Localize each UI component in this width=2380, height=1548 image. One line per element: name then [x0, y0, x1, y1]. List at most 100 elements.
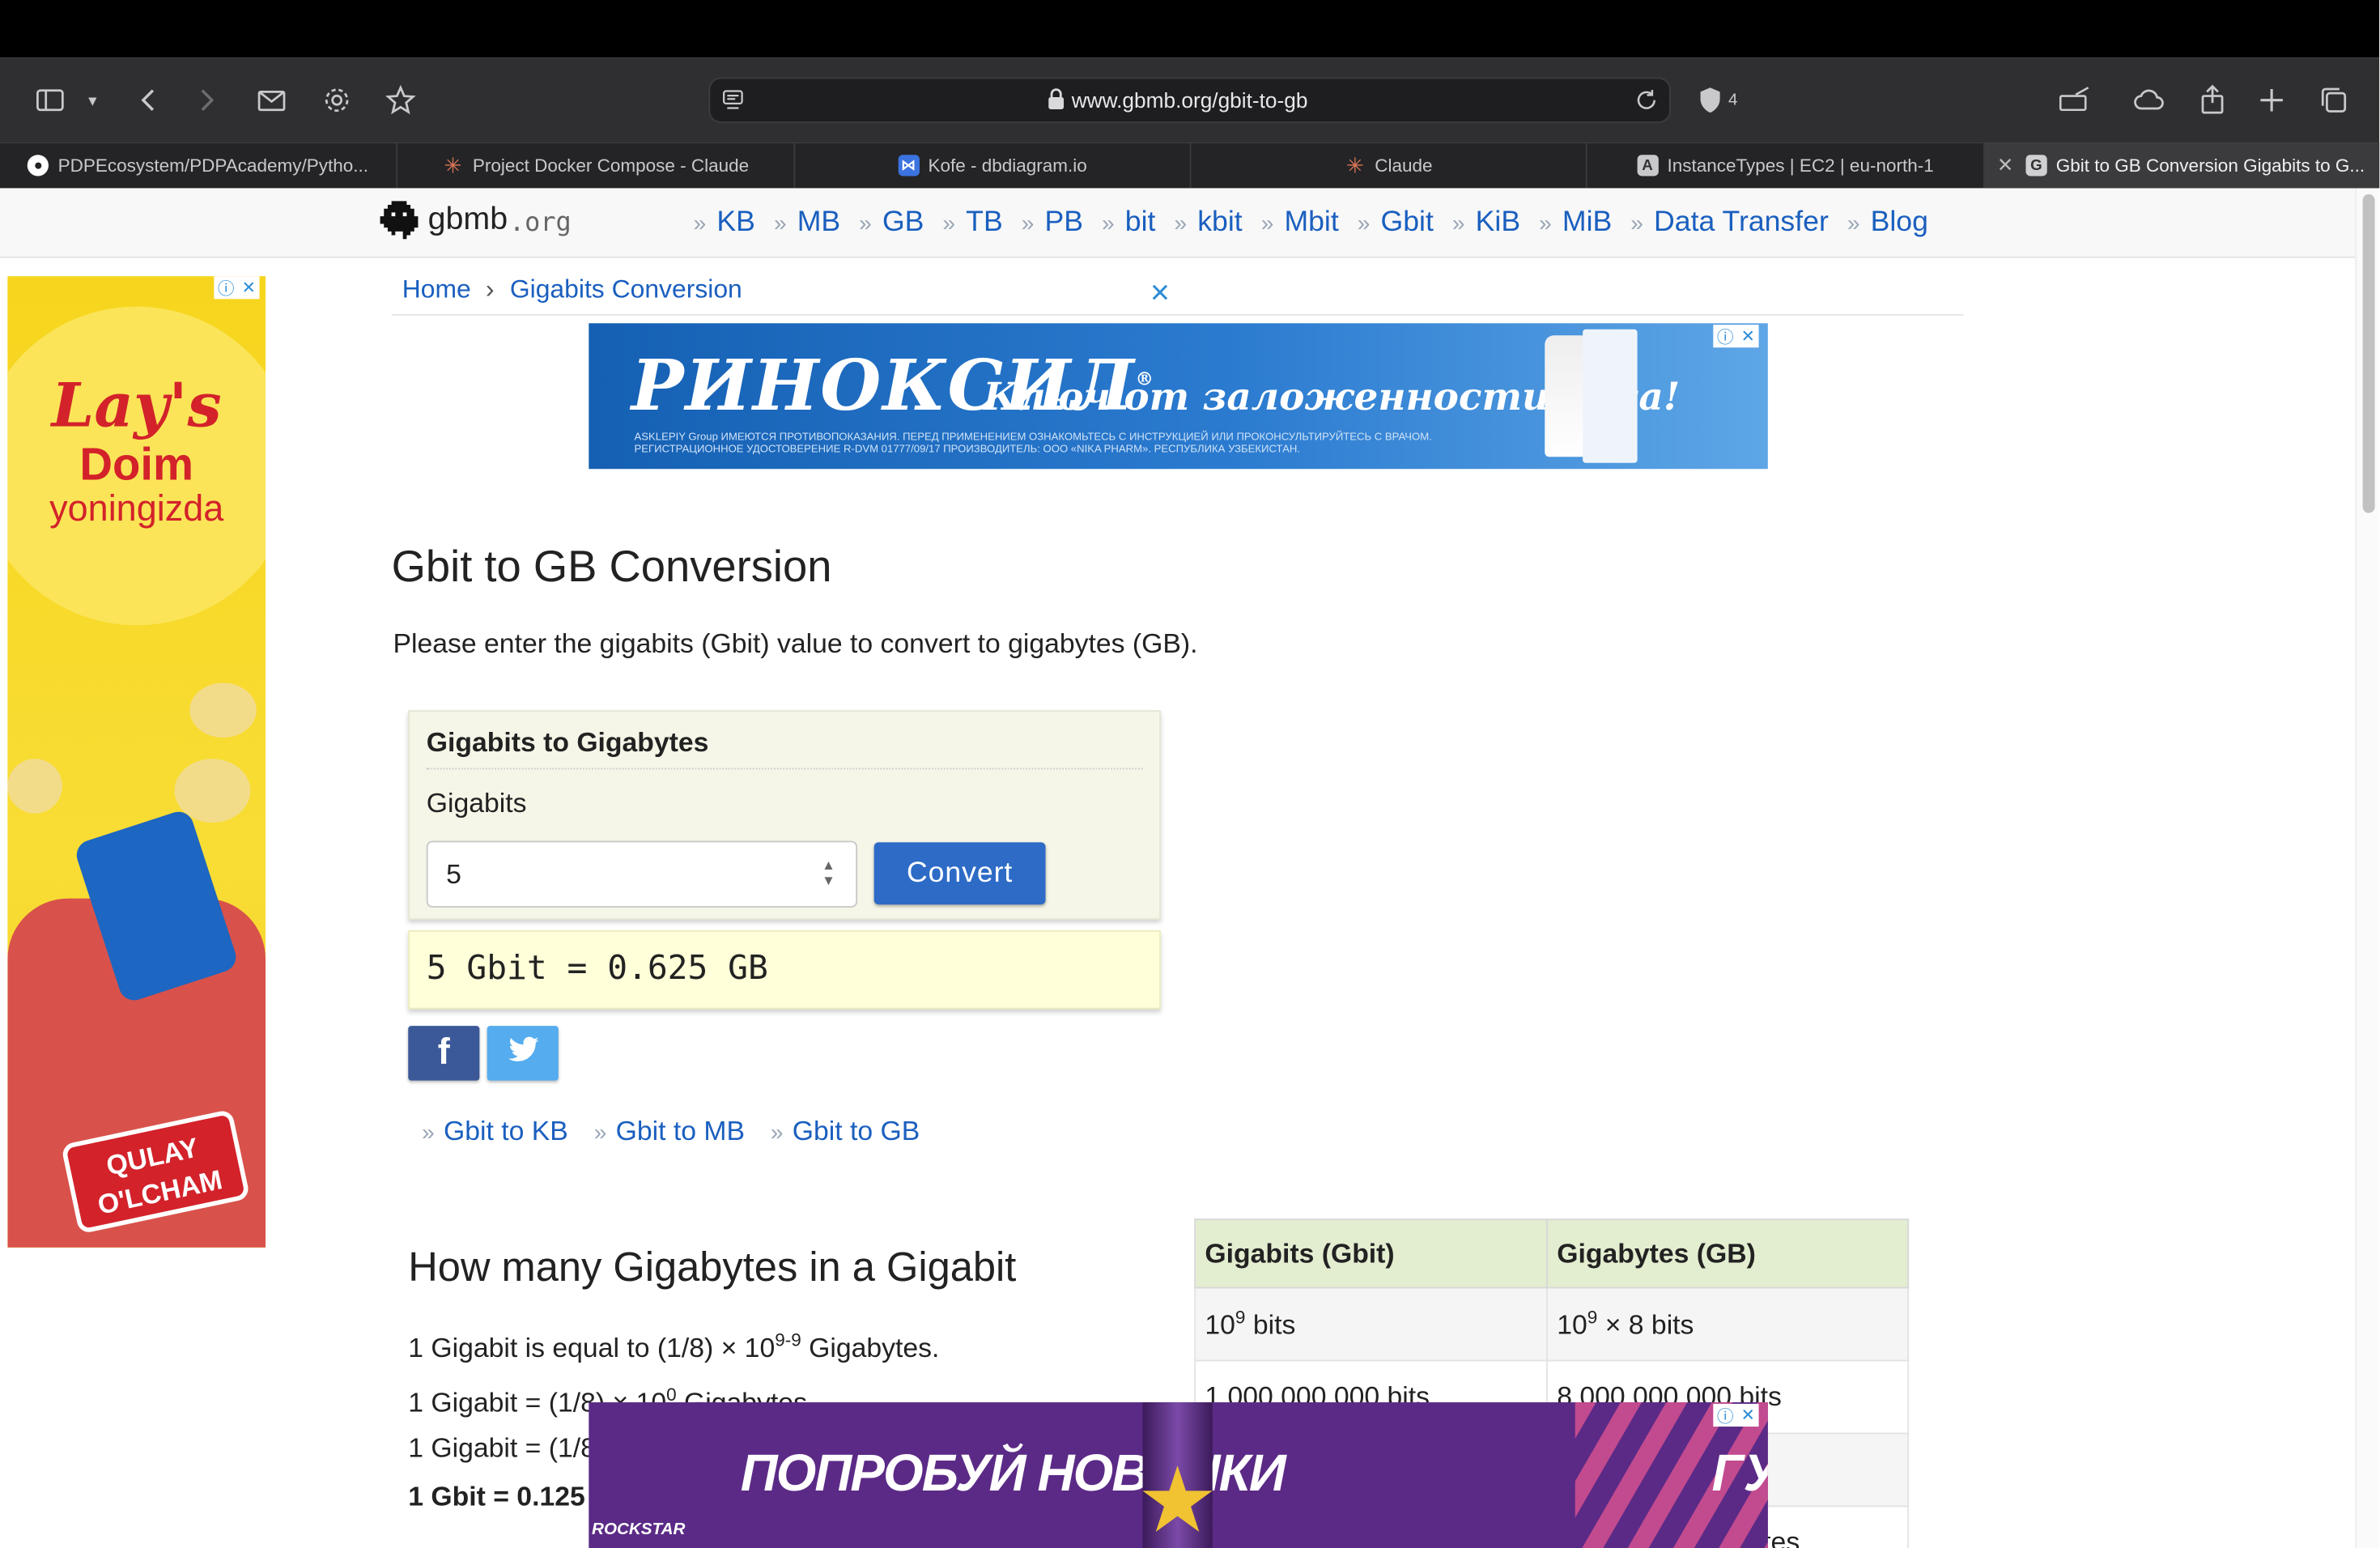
tab-label: PDPEcosystem/PDPAcademy/Pytho... [57, 155, 369, 176]
table-cell: 109 bits [1194, 1286, 1548, 1362]
url-text: www.gbmb.org/gbit-to-gb [1071, 87, 1308, 113]
left-banner-ad[interactable]: Lay's Doim yoningizda QULAY O'LCHAM ⓘ ✕ [7, 276, 266, 1248]
adchoices-icon[interactable]: ⓘ ✕ [214, 276, 260, 300]
section-title: How many Gigabytes in a Gigabit [408, 1244, 1017, 1291]
nav-pb[interactable]: PB [1044, 206, 1083, 238]
facebook-share-button[interactable]: f [408, 1026, 480, 1081]
breadcrumb-current[interactable]: Gigabits Conversion [510, 274, 742, 304]
reload-icon[interactable] [1633, 87, 1660, 114]
ad-headline: Doim [79, 440, 193, 491]
tab-overview-icon[interactable] [2313, 79, 2355, 121]
table-header-row: Gigabits (Gbit) Gigabytes (GB) [1194, 1218, 1910, 1289]
related-links: » Gbit to KB » Gbit to MB » Gbit to GB [422, 1116, 920, 1147]
mail-icon[interactable] [250, 79, 292, 121]
chevron-down-icon[interactable]: ▾ [76, 79, 109, 121]
twitter-share-button[interactable] [487, 1026, 559, 1081]
aws-icon: A [1636, 155, 1659, 176]
table-header: Gigabits (Gbit) [1194, 1218, 1548, 1289]
bottom-banner-ad[interactable]: ПОПРОБУЙ НОВИНКИ ROCKSTAR ★ ГУА ⓘ ✕ [589, 1402, 1768, 1548]
info-icon[interactable]: ⓘ [1717, 1403, 1734, 1427]
nav-mib[interactable]: MiB [1562, 206, 1612, 238]
sidebar-icon[interactable] [29, 79, 71, 121]
number-stepper-icon[interactable]: ▲ ▼ [819, 857, 837, 891]
keyboard-edit-icon[interactable] [2053, 79, 2095, 121]
info-icon[interactable]: ⓘ [1717, 324, 1734, 348]
share-icon[interactable] [2191, 79, 2233, 121]
nav-separator: » [1847, 211, 1860, 237]
nav-data-transfer[interactable]: Data Transfer [1654, 206, 1829, 238]
table-header: Gigabytes (GB) [1546, 1218, 1910, 1289]
nav-separator: » [770, 1120, 784, 1146]
page-title: Gbit to GB Conversion [391, 543, 832, 593]
tab-label: Kofe - dbdiagram.io [928, 155, 1087, 176]
tab-instancetypes[interactable]: A InstanceTypes | EC2 | eu-north-1 [1587, 142, 1985, 189]
nav-separator: » [773, 211, 787, 237]
lock-icon [1047, 88, 1065, 109]
page-scrollbar[interactable] [2355, 188, 2380, 1548]
close-icon[interactable]: × [1150, 273, 1170, 313]
top-banner-ad[interactable]: РИНОКСИЛ® Ключ от заложенности носа! ASK… [589, 323, 1768, 470]
nav-kbit[interactable]: kbit [1197, 206, 1242, 238]
adchoices-icon[interactable]: ⓘ ✕ [1713, 324, 1759, 348]
close-icon[interactable]: ✕ [1741, 326, 1755, 346]
new-tab-icon[interactable] [2250, 79, 2293, 121]
cloud-icon[interactable] [2127, 79, 2170, 121]
tab-github[interactable]: ● PDPEcosystem/PDPAcademy/Pytho... [0, 142, 398, 189]
site-logo[interactable]: gbmb .org [376, 198, 572, 243]
scrollbar-thumb[interactable] [2362, 194, 2375, 513]
nav-separator: » [1630, 211, 1643, 237]
tab-label: InstanceTypes | EC2 | eu-north-1 [1667, 155, 1934, 176]
link-gbit-to-mb[interactable]: Gbit to MB [616, 1116, 745, 1146]
logo-text: gbmb [427, 202, 508, 237]
tab-dbdiagram[interactable]: ⋈ Kofe - dbdiagram.io [795, 142, 1192, 189]
nav-separator: » [1102, 211, 1115, 237]
ad-brand-block: Lay's Doim yoningizda [7, 370, 266, 529]
equation-1: 1 Gigabit is equal to (1/8) × 109-9 Giga… [408, 1329, 940, 1363]
gear-icon[interactable] [316, 79, 358, 121]
nav-separator: » [859, 211, 872, 237]
close-icon[interactable]: ✕ [242, 278, 256, 297]
tab-claude-docker[interactable]: ✳ Project Docker Compose - Claude [397, 142, 796, 189]
converter-heading: Gigabits to Gigabytes [426, 726, 709, 758]
github-icon: ● [28, 155, 49, 176]
link-gbit-to-kb[interactable]: Gbit to KB [444, 1116, 568, 1146]
breadcrumb: Home › Gigabits Conversion × [391, 261, 1964, 316]
ad-brand-logo: Lay's [51, 370, 222, 442]
adchoices-icon[interactable]: ⓘ ✕ [1713, 1403, 1759, 1427]
nav-tb[interactable]: TB [966, 206, 1003, 238]
facebook-icon: f [437, 1031, 450, 1074]
nav-separator: » [1174, 211, 1188, 237]
input-value: 5 [446, 858, 461, 890]
nav-gb[interactable]: GB [882, 206, 924, 238]
close-icon[interactable]: ✕ [1741, 1406, 1755, 1425]
nav-separator: » [942, 211, 956, 237]
address-bar[interactable]: www.gbmb.org/gbit-to-gb [708, 77, 1671, 123]
nav-kib[interactable]: KiB [1476, 206, 1520, 238]
close-tab-icon[interactable]: ✕ [1997, 153, 2013, 177]
nav-bit[interactable]: bit [1125, 206, 1156, 238]
convert-button[interactable]: Convert [873, 842, 1046, 905]
product-box-shape [1583, 329, 1638, 463]
nav-blog[interactable]: Blog [1871, 206, 1928, 238]
star-icon[interactable] [380, 79, 422, 121]
link-gbit-to-gb[interactable]: Gbit to GB [793, 1116, 920, 1146]
info-icon[interactable]: ⓘ [218, 276, 235, 300]
tab-label: Claude [1375, 155, 1433, 176]
tab-claude[interactable]: ✳ Claude [1191, 142, 1587, 189]
nav-gbit[interactable]: Gbit [1381, 206, 1434, 238]
tab-gbmb-active[interactable]: ✕ G Gbit to GB Conversion Gigabits to G.… [1984, 142, 2380, 189]
breadcrumb-home[interactable]: Home [402, 274, 471, 304]
nav-mb[interactable]: MB [797, 206, 840, 238]
shield-count: 4 [1728, 91, 1738, 109]
nav-separator: » [1357, 211, 1371, 237]
top-navigation: » KB » MB » GB » TB » PB » bit » kbit » Mbit » Gb… [683, 206, 1928, 240]
gigabits-input[interactable]: 5 ▲ ▼ [426, 840, 858, 908]
back-icon[interactable] [127, 79, 169, 121]
ad-fine-print: ASKLEPIY Group ИМЕЮТСЯ ПРОТИВОПОКАЗАНИЯ.… [634, 432, 1432, 456]
chip-shape [7, 759, 62, 814]
converter-panel: Gigabits to Gigabytes Gigabits 5 ▲ ▼ Conv… [408, 710, 1161, 920]
table-row: 109 bits 109 × 8 bits [1194, 1286, 1910, 1362]
nav-kb[interactable]: KB [716, 206, 755, 238]
forward-icon[interactable] [185, 79, 227, 121]
nav-mbit[interactable]: Mbit [1284, 206, 1338, 238]
